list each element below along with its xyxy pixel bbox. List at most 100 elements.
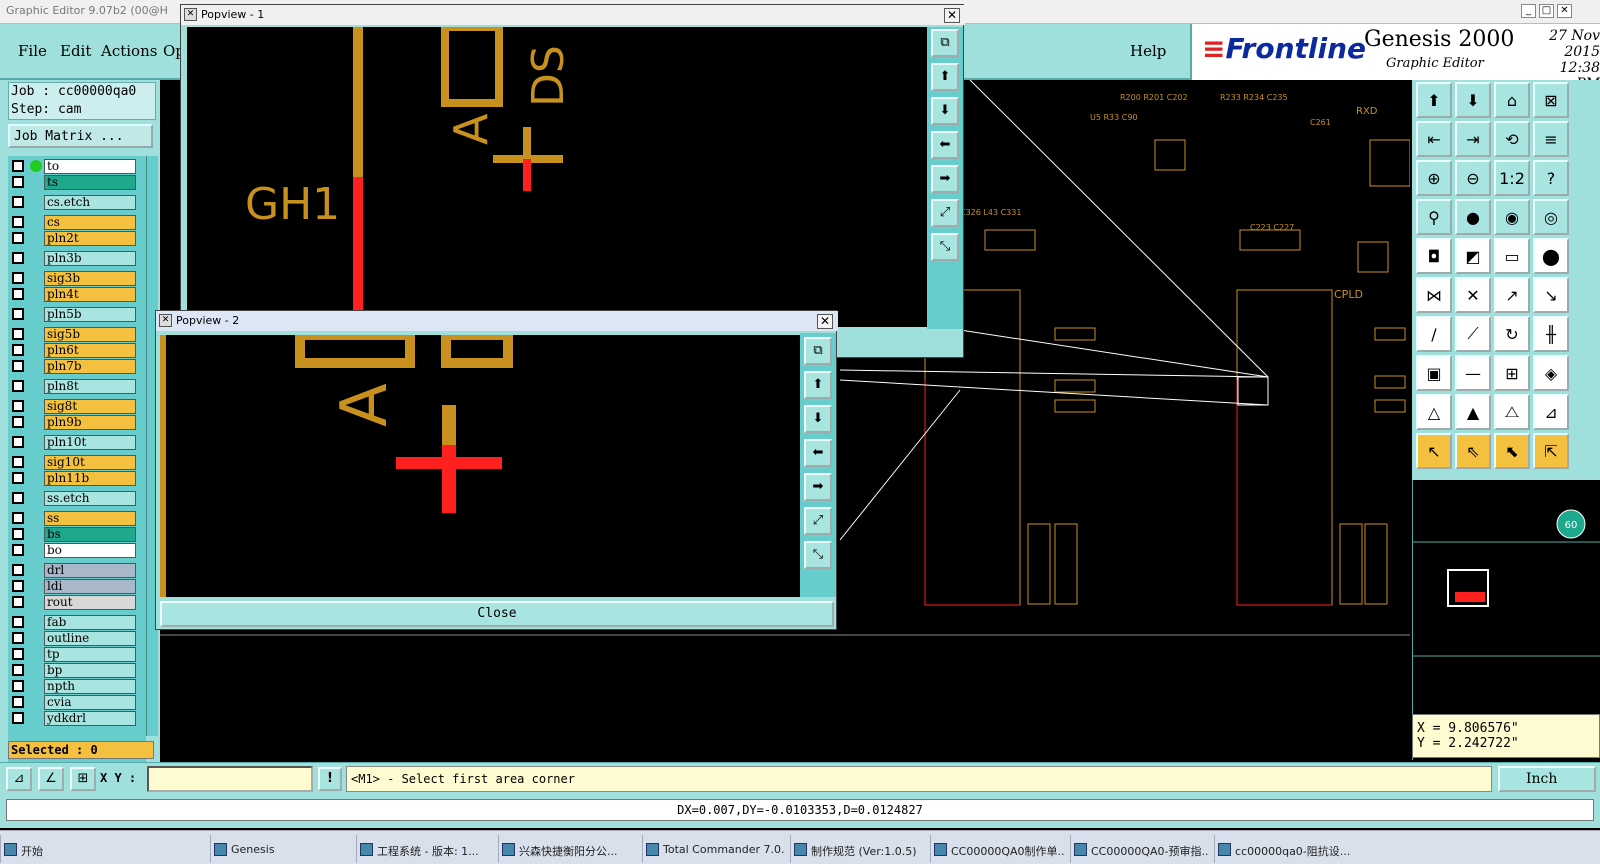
- popview-2-view[interactable]: A: [160, 335, 800, 597]
- layer-row[interactable]: outline: [8, 630, 146, 646]
- layer-name[interactable]: cvia: [44, 695, 136, 710]
- layer-name[interactable]: npth: [44, 679, 136, 694]
- zoom-out-icon[interactable]: ⊖: [1455, 160, 1491, 196]
- layer-row[interactable]: sig3b: [8, 270, 146, 286]
- pv2-zoom-in-icon[interactable]: ⤡: [804, 541, 832, 569]
- layer-checkbox[interactable]: [12, 528, 24, 540]
- layer-row[interactable]: rout: [8, 594, 146, 610]
- pv1-pan-up-icon[interactable]: ⬆: [931, 63, 959, 91]
- layer-checkbox[interactable]: [12, 596, 24, 608]
- layer-row[interactable]: pln7b: [8, 358, 146, 374]
- pv1-zoom-window-icon[interactable]: ⧉: [931, 29, 959, 57]
- menu-actions[interactable]: Actions: [101, 42, 157, 60]
- connect-icon[interactable]: ⋈: [1416, 277, 1452, 313]
- pan-left-icon[interactable]: ⇤: [1416, 121, 1452, 157]
- units-selector[interactable]: Inch: [1498, 766, 1596, 792]
- alert-button[interactable]: !: [318, 767, 342, 791]
- layer-name[interactable]: fab: [44, 615, 136, 630]
- layer-checkbox[interactable]: [12, 328, 24, 340]
- layer-checkbox[interactable]: [12, 308, 24, 320]
- taskbar-item[interactable]: CC00000QA0-预审指...: [1070, 835, 1208, 863]
- layer-checkbox[interactable]: [12, 512, 24, 524]
- layer-checkbox[interactable]: [12, 436, 24, 448]
- popview-1-close-icon[interactable]: ✕: [944, 8, 960, 23]
- pointer-outline-icon[interactable]: ⇖: [1455, 433, 1491, 469]
- pv2-pan-left-icon[interactable]: ⬅: [804, 439, 832, 467]
- layer-row[interactable]: cs.etch: [8, 194, 146, 210]
- layer-name[interactable]: ydkdrl: [44, 711, 136, 726]
- layer-row[interactable]: cvia: [8, 694, 146, 710]
- pointer-snap-icon[interactable]: ⇱: [1533, 433, 1569, 469]
- layer-row[interactable]: pln3b: [8, 250, 146, 266]
- taskbar-item[interactable]: 制作规范 (Ver:1.0.5): [790, 835, 924, 863]
- layer-name[interactable]: cs: [44, 215, 136, 230]
- pad-icon[interactable]: ●: [1455, 199, 1491, 235]
- layer-name[interactable]: pln9b: [44, 415, 136, 430]
- layer-checkbox[interactable]: [12, 492, 24, 504]
- square-icon[interactable]: ▣: [1416, 355, 1452, 391]
- measure-icon[interactable]: ⊿: [6, 767, 32, 791]
- layer-checkbox[interactable]: [12, 252, 24, 264]
- job-matrix-button[interactable]: Job Matrix ...: [8, 124, 153, 148]
- popview-2-close-icon[interactable]: ✕: [817, 314, 833, 329]
- box-icon[interactable]: ⊞: [1494, 355, 1530, 391]
- home-icon[interactable]: ⌂: [1494, 82, 1530, 118]
- start-button[interactable]: 开始: [0, 835, 70, 863]
- layer-checkbox[interactable]: [12, 616, 24, 628]
- layer-checkbox[interactable]: [12, 564, 24, 576]
- layer-name[interactable]: sig10t: [44, 455, 136, 470]
- zoom-in-icon[interactable]: ⊕: [1416, 160, 1452, 196]
- layer-name[interactable]: bp: [44, 663, 136, 678]
- layer-row[interactable]: pln2t: [8, 230, 146, 246]
- layer-checkbox[interactable]: [12, 380, 24, 392]
- redo-icon[interactable]: ↻: [1494, 316, 1530, 352]
- search-icon[interactable]: ⚲: [1416, 199, 1452, 235]
- add-layer-icon[interactable]: ⬆: [1416, 82, 1452, 118]
- layer-row[interactable]: pln8t: [8, 378, 146, 394]
- pointer-icon[interactable]: ↖: [1416, 433, 1452, 469]
- layer-name[interactable]: ldi: [44, 579, 136, 594]
- pv2-pan-up-icon[interactable]: ⬆: [804, 371, 832, 399]
- layer-name[interactable]: drl: [44, 563, 136, 578]
- layer-name[interactable]: pln2t: [44, 231, 136, 246]
- layer-checkbox[interactable]: [12, 580, 24, 592]
- menu-file[interactable]: File: [18, 42, 47, 60]
- layer-row[interactable]: tp: [8, 646, 146, 662]
- list-icon[interactable]: ≡: [1533, 121, 1569, 157]
- close-button[interactable]: ✕: [1557, 4, 1572, 18]
- pv1-zoom-out-icon[interactable]: ⤢: [931, 199, 959, 227]
- angle-icon[interactable]: ∠: [38, 767, 64, 791]
- layer-row[interactable]: sig5b: [8, 326, 146, 342]
- dash-icon[interactable]: —: [1455, 355, 1491, 391]
- copy-icon[interactable]: ↘: [1533, 277, 1569, 313]
- layer-row[interactable]: cs: [8, 214, 146, 230]
- xy-input[interactable]: [147, 766, 313, 792]
- maximize-button[interactable]: □: [1539, 4, 1554, 18]
- layer-checkbox[interactable]: [12, 344, 24, 356]
- layer-row[interactable]: npth: [8, 678, 146, 694]
- layer-row[interactable]: bp: [8, 662, 146, 678]
- taskbar-item[interactable]: 兴森快捷衡阳分公...: [498, 835, 636, 863]
- triangle-filled-icon[interactable]: ▲: [1455, 394, 1491, 430]
- layer-checkbox[interactable]: [12, 400, 24, 412]
- ruler-icon[interactable]: ▭: [1494, 238, 1530, 274]
- taskbar-item[interactable]: cc00000qa0-阻抗设...: [1214, 835, 1366, 863]
- layer-name[interactable]: ts: [44, 175, 136, 190]
- menu-edit[interactable]: Edit: [60, 42, 91, 60]
- layer-name[interactable]: sig3b: [44, 271, 136, 286]
- pointer-bold-icon[interactable]: ⬉: [1494, 433, 1530, 469]
- layer-checkbox[interactable]: [12, 712, 24, 724]
- layer-name[interactable]: ss.etch: [44, 491, 136, 506]
- layer-row[interactable]: pln4t: [8, 286, 146, 302]
- layer-row[interactable]: ts: [8, 174, 146, 190]
- taskbar-item[interactable]: Genesis: [210, 835, 350, 863]
- popview-1-view[interactable]: GH1 A DS: [187, 27, 927, 327]
- delete-icon[interactable]: ✕: [1455, 277, 1491, 313]
- pv2-pan-right-icon[interactable]: ➡: [804, 473, 832, 501]
- target-icon[interactable]: ◎: [1533, 199, 1569, 235]
- grid-lines-icon[interactable]: ╫: [1533, 316, 1569, 352]
- help-icon[interactable]: ?: [1533, 160, 1569, 196]
- layer-name[interactable]: pln8t: [44, 379, 136, 394]
- layer-checkbox[interactable]: [12, 696, 24, 708]
- layer-name[interactable]: pln5b: [44, 307, 136, 322]
